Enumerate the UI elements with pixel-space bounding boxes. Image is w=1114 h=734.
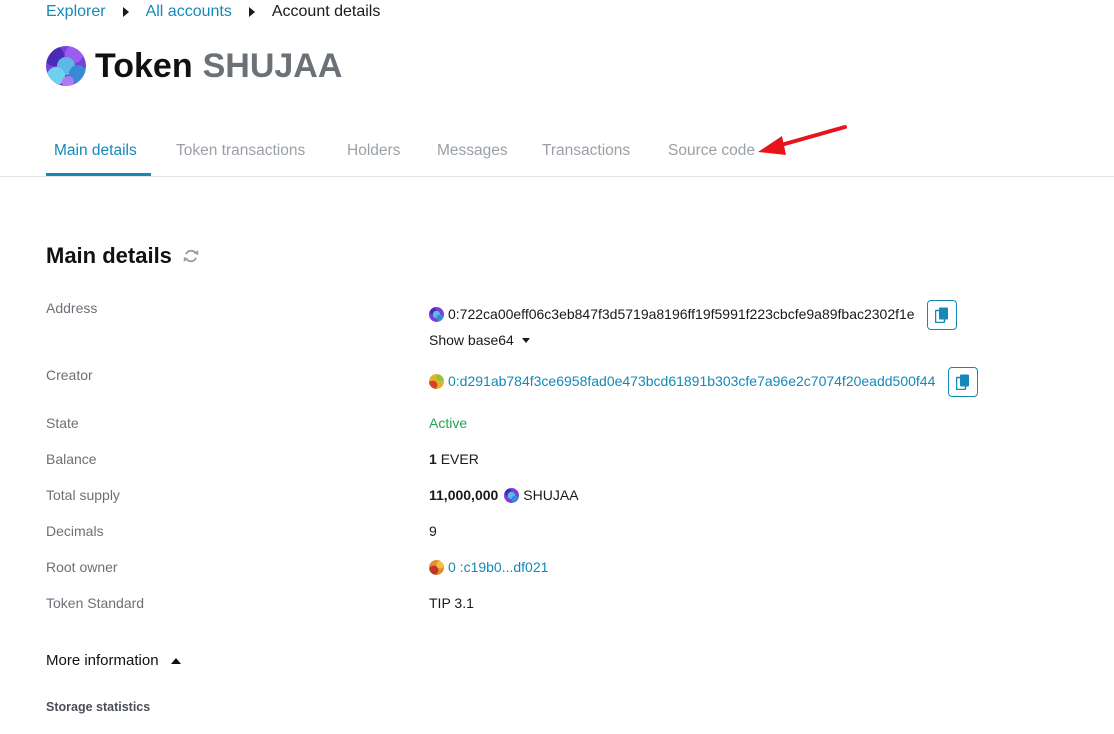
more-information-label: More information (46, 652, 159, 669)
balance-label: Balance (46, 451, 97, 467)
breadcrumb-all-accounts-link[interactable]: All accounts (146, 3, 232, 21)
total-supply-label: Total supply (46, 487, 120, 503)
section-title: Main details (46, 243, 200, 269)
state-value: Active (429, 415, 468, 431)
total-supply-amount: 11,000,000 (429, 487, 499, 503)
show-base64-label: Show base64 (429, 332, 514, 348)
balance-value: 1 EVER (429, 451, 479, 467)
tab-messages[interactable]: Messages (437, 142, 508, 160)
decimals-value: 9 (429, 523, 437, 539)
page-title: Token SHUJAA (46, 46, 342, 86)
token-standard-value: TIP 3.1 (429, 595, 474, 611)
address-text[interactable]: 0:722ca00eff06c3eb847f3d5719a8196ff19f59… (448, 306, 915, 322)
copy-creator-button[interactable] (948, 367, 978, 397)
creator-avatar-icon (429, 373, 444, 389)
root-owner-label: Root owner (46, 559, 118, 575)
storage-statistics-heading: Storage statistics (46, 700, 151, 714)
breadcrumb-explorer-link[interactable]: Explorer (46, 3, 106, 21)
state-label: State (46, 415, 79, 431)
creator-value: 0:d291ab784f3ce6958fad0e473bcd61891b303c… (429, 373, 935, 389)
tab-source-code[interactable]: Source code (668, 142, 755, 160)
token-avatar-icon (504, 487, 520, 503)
tab-holders[interactable]: Holders (347, 142, 400, 160)
tab-transactions[interactable]: Transactions (542, 142, 630, 160)
creator-label: Creator (46, 367, 93, 383)
caret-down-icon (521, 337, 530, 343)
show-base64-toggle[interactable]: Show base64 (429, 332, 530, 348)
tab-token-transactions[interactable]: Token transactions (176, 142, 305, 160)
address-label: Address (46, 300, 98, 316)
copy-address-button[interactable] (927, 300, 957, 330)
copy-icon (935, 307, 948, 323)
chevron-right-icon (248, 7, 255, 17)
chevron-right-icon (122, 7, 129, 17)
more-information-toggle[interactable]: More information (46, 652, 181, 669)
copy-icon (956, 374, 969, 390)
root-owner-link[interactable]: 0 :c19b0...df021 (448, 559, 548, 575)
title-token-symbol: SHUJAA (202, 46, 343, 85)
creator-link[interactable]: 0:d291ab784f3ce6958fad0e473bcd61891b303c… (448, 373, 935, 389)
section-title-text: Main details (46, 243, 172, 268)
breadcrumb-current: Account details (271, 3, 381, 20)
total-supply-unit: SHUJAA (523, 487, 579, 503)
token-logo-icon (46, 46, 86, 86)
tab-main-details[interactable]: Main details (54, 142, 137, 160)
tab-bar: Main details Token transactions Holders … (0, 128, 1114, 177)
breadcrumb: Explorer All accounts Account details (46, 3, 380, 21)
active-tab-indicator (46, 173, 151, 176)
root-owner-value: 0 :c19b0...df021 (429, 559, 548, 575)
address-value: 0:722ca00eff06c3eb847f3d5719a8196ff19f59… (429, 306, 915, 322)
token-standard-label: Token Standard (46, 595, 145, 611)
title-token-label: Token (95, 46, 193, 85)
total-supply-value: 11,000,000 SHUJAA (429, 487, 579, 503)
root-owner-avatar-icon (429, 559, 444, 575)
decimals-label: Decimals (46, 523, 104, 539)
token-avatar-icon (429, 306, 444, 322)
balance-unit: EVER (440, 451, 479, 467)
refresh-icon[interactable] (182, 247, 200, 265)
annotation-arrow-icon (758, 125, 847, 155)
caret-up-icon (170, 657, 181, 664)
balance-amount: 1 (429, 451, 437, 467)
